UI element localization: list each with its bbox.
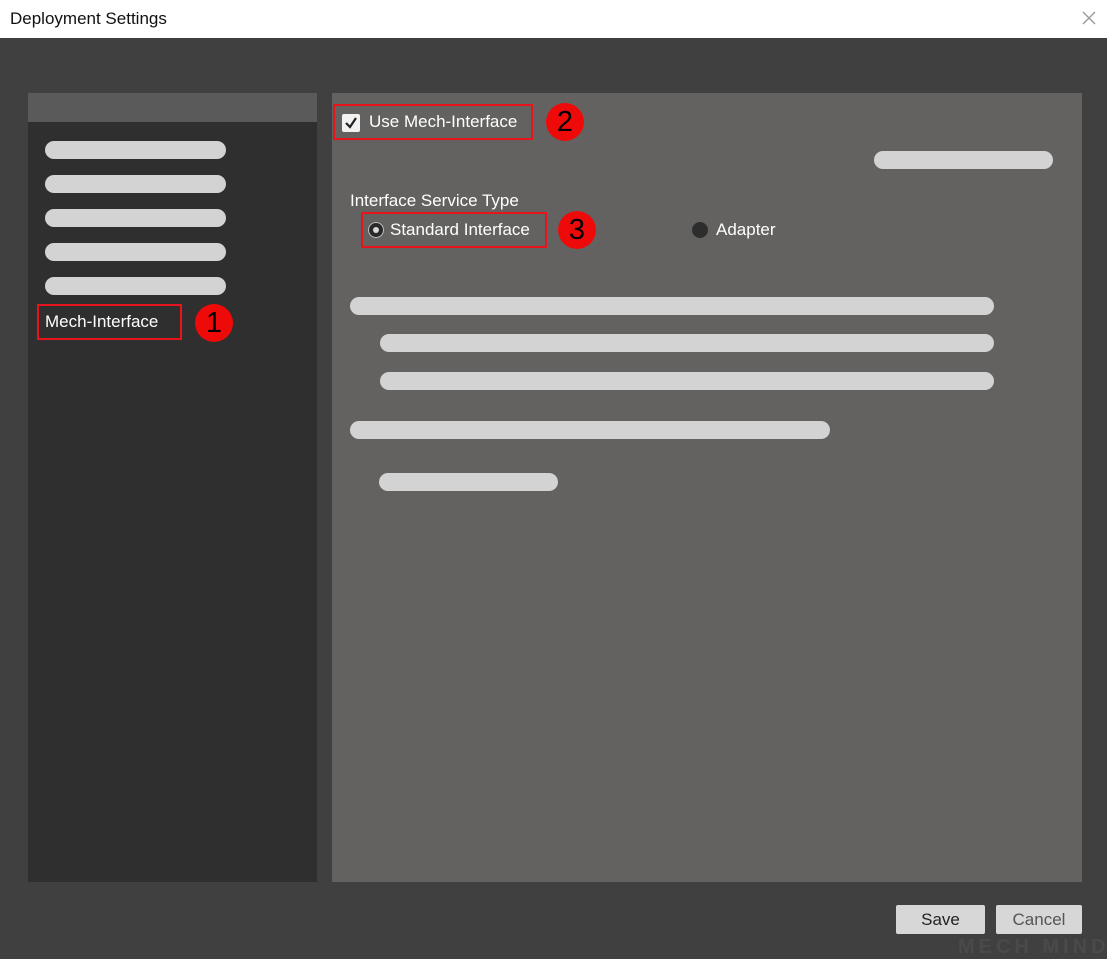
- window-title: Deployment Settings: [10, 9, 167, 28]
- placeholder-field: [874, 151, 1053, 169]
- sidebar-item-placeholder[interactable]: [45, 243, 226, 261]
- sidebar-item-placeholder[interactable]: [45, 277, 226, 295]
- placeholder-field: [380, 334, 994, 352]
- service-type-label: Interface Service Type: [350, 191, 519, 210]
- use-mech-interface-label[interactable]: Use Mech-Interface: [369, 112, 517, 132]
- annotation-badge-3: 3: [558, 211, 596, 249]
- close-icon[interactable]: [1080, 9, 1098, 27]
- use-mech-interface-checkbox[interactable]: [342, 114, 360, 132]
- placeholder-field: [350, 297, 994, 315]
- adapter-label[interactable]: Adapter: [716, 220, 776, 240]
- sidebar-item-placeholder[interactable]: [45, 175, 226, 193]
- save-button[interactable]: Save: [896, 905, 985, 934]
- watermark: MECH MIND: [958, 936, 1107, 958]
- standard-interface-label[interactable]: Standard Interface: [390, 220, 530, 240]
- sidebar-header: [28, 93, 317, 122]
- sidebar-item-placeholder[interactable]: [45, 209, 226, 227]
- adapter-radio[interactable]: [692, 222, 708, 238]
- placeholder-field: [380, 372, 994, 390]
- checkmark-icon: [345, 117, 357, 129]
- placeholder-field: [350, 421, 830, 439]
- standard-interface-radio[interactable]: [368, 222, 384, 238]
- sidebar-item-mech-interface[interactable]: Mech-Interface: [45, 312, 158, 332]
- placeholder-field: [379, 473, 558, 491]
- cancel-button[interactable]: Cancel: [996, 905, 1082, 934]
- annotation-badge-1: 1: [195, 304, 233, 342]
- annotation-badge-2: 2: [546, 103, 584, 141]
- sidebar-item-placeholder[interactable]: [45, 141, 226, 159]
